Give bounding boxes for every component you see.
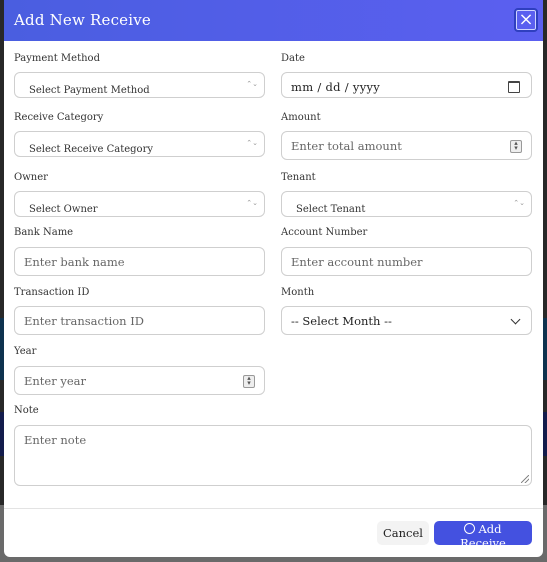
bank-name-input[interactable]: Enter bank name <box>14 247 265 276</box>
year-placeholder: Enter year <box>24 374 87 388</box>
bank-name-placeholder: Enter bank name <box>24 255 125 269</box>
month-select[interactable]: -- Select Month -- <box>281 306 532 335</box>
number-stepper-icon[interactable]: ▴ ▾ <box>243 375 255 388</box>
add-receive-modal: Add New Receive × Payment Method Select … <box>4 0 543 557</box>
tenant-label: Tenant <box>281 172 316 183</box>
owner-select[interactable]: Select Owner ⌃⌄ <box>14 191 265 217</box>
transaction-id-label: Transaction ID <box>14 287 90 298</box>
tenant-select[interactable]: Select Tenant ⌃⌄ <box>281 191 532 217</box>
owner-label: Owner <box>14 172 48 183</box>
receive-category-label: Receive Category <box>14 112 104 123</box>
date-label: Date <box>281 53 305 64</box>
chevron-down-icon: ⌃⌄ <box>246 80 258 88</box>
payment-method-placeholder: Select Payment Method <box>29 85 150 96</box>
calendar-icon[interactable] <box>508 81 520 93</box>
note-label: Note <box>14 405 39 416</box>
chevron-down-icon: ⌃⌄ <box>246 199 258 207</box>
owner-placeholder: Select Owner <box>29 204 98 215</box>
amount-input[interactable]: Enter total amount ▴ ▾ <box>281 131 532 160</box>
number-stepper-icon[interactable]: ▴ ▾ <box>510 140 522 153</box>
modal-header: Add New Receive × <box>4 0 543 41</box>
year-input[interactable]: Enter year ▴ ▾ <box>14 366 265 395</box>
payment-method-label: Payment Method <box>14 53 100 64</box>
payment-method-select[interactable]: Select Payment Method ⌃⌄ <box>14 72 265 98</box>
transaction-id-placeholder: Enter transaction ID <box>24 314 145 328</box>
account-number-label: Account Number <box>281 227 368 238</box>
bank-name-label: Bank Name <box>14 227 74 238</box>
close-button[interactable]: × <box>514 8 538 32</box>
receive-category-select[interactable]: Select Receive Category ⌃⌄ <box>14 131 265 157</box>
note-placeholder: Enter note <box>24 433 87 447</box>
date-placeholder: mm / dd / yyyy <box>291 80 381 94</box>
transaction-id-input[interactable]: Enter transaction ID <box>14 306 265 335</box>
amount-label: Amount <box>281 112 321 123</box>
cancel-button[interactable]: Cancel <box>377 521 429 545</box>
resize-handle-icon[interactable] <box>521 475 529 483</box>
month-label: Month <box>281 287 315 298</box>
footer-divider <box>4 508 543 509</box>
chevron-down-icon: ⌃⌄ <box>246 139 258 147</box>
account-number-input[interactable]: Enter account number <box>281 247 532 276</box>
check-circle-icon <box>464 523 476 534</box>
account-number-placeholder: Enter account number <box>291 255 423 269</box>
year-label: Year <box>14 346 37 357</box>
note-textarea[interactable]: Enter note <box>14 425 532 486</box>
amount-placeholder: Enter total amount <box>291 139 402 153</box>
date-input[interactable]: mm / dd / yyyy <box>281 72 532 98</box>
modal-title: Add New Receive <box>14 11 152 29</box>
receive-category-placeholder: Select Receive Category <box>29 144 153 155</box>
close-icon: × <box>518 9 534 30</box>
add-receive-button[interactable]: Add Receive <box>434 521 532 550</box>
tenant-placeholder: Select Tenant <box>296 204 366 215</box>
chevron-down-icon: ⌃⌄ <box>513 199 525 207</box>
chevron-down-icon <box>510 314 521 325</box>
month-selected-value: -- Select Month -- <box>291 314 392 328</box>
